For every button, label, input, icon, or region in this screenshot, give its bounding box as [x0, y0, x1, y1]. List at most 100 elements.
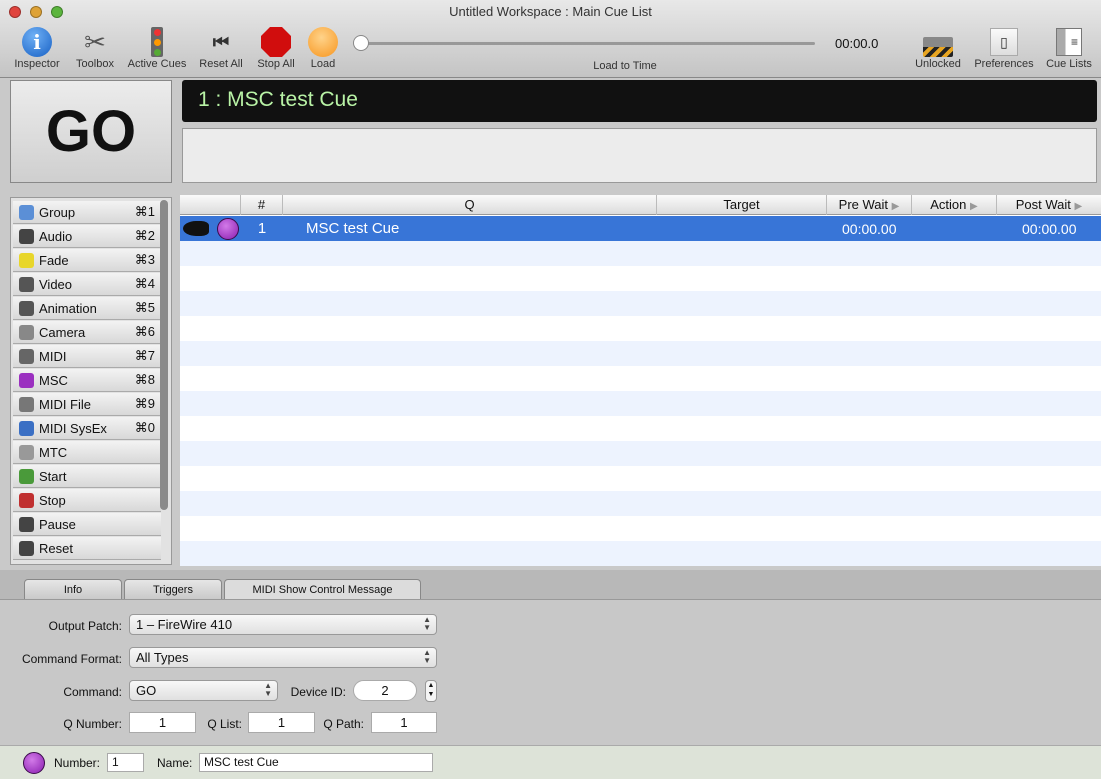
load-to-time-slider[interactable] [355, 42, 815, 45]
post-wait-label: Post Wait [1015, 197, 1071, 212]
sidebar-item-label: Fade [39, 252, 69, 268]
status-column-header[interactable] [180, 195, 241, 215]
shortcut-label: ⌘9 [134, 396, 155, 411]
load-circle-icon [308, 27, 338, 57]
cue-name: MSC test Cue [306, 220, 400, 237]
active-cues-label: Active Cues [127, 58, 187, 70]
slider-knob[interactable] [353, 35, 369, 51]
number-column-header[interactable]: # [241, 195, 283, 215]
msc-icon [217, 218, 239, 240]
action-column-header[interactable]: Action ▶ [912, 195, 997, 215]
sidebar-item-reset[interactable]: Reset [13, 537, 161, 560]
number-field[interactable]: 1 [107, 753, 144, 772]
stop-all-button[interactable]: Stop All [252, 26, 300, 70]
output-patch-select[interactable]: 1 – FireWire 410 ▲ ▼ [129, 614, 437, 635]
select-arrows-icon: ▲ ▼ [423, 615, 431, 632]
name-field[interactable]: MSC test Cue [199, 753, 433, 772]
shortcut-label: ⌘7 [134, 348, 155, 363]
command-label: Command: [63, 685, 122, 699]
sidebar-item-msc[interactable]: MSC ⌘8 [13, 369, 161, 392]
toggle-arrow-icon[interactable]: ▶ [892, 201, 900, 212]
sidebar-item-group[interactable]: Group ⌘1 [13, 201, 161, 224]
sidebar-item-stop[interactable]: Stop [13, 489, 161, 512]
inspector-button[interactable]: i Inspector [8, 26, 66, 70]
select-arrows-icon: ▲ ▼ [264, 681, 272, 698]
tab-triggers[interactable]: Triggers [124, 579, 222, 600]
empty-row [180, 341, 1101, 366]
sidebar-item-midi[interactable]: MIDI ⌘7 [13, 345, 161, 368]
command-format-select[interactable]: All Types ▲ ▼ [129, 647, 437, 668]
midi-file-icon [19, 396, 34, 412]
cue-lists-label: Cue Lists [1046, 58, 1092, 70]
command-select[interactable]: GO ▲ ▼ [129, 680, 278, 701]
padlock-open-icon [923, 37, 953, 57]
sidebar-item-audio[interactable]: Audio ⌘2 [13, 225, 161, 248]
cue-table: # Q Target Pre Wait ▶ Action ▶ Post Wait… [180, 195, 1101, 566]
empty-row [180, 241, 1101, 266]
q-number-field[interactable]: 1 [129, 712, 196, 733]
target-column-header[interactable]: Target [657, 195, 827, 215]
select-arrows-icon: ▲ ▼ [423, 648, 431, 665]
q-column-header[interactable]: Q [283, 195, 657, 215]
sidebar-item-midi-sysex[interactable]: MIDI SysEx ⌘0 [13, 417, 161, 440]
tab-info[interactable]: Info [24, 579, 122, 600]
shortcut-label: ⌘1 [134, 204, 155, 219]
sidebar-scrollbar[interactable] [160, 200, 168, 510]
standby-cue-display: 1 : MSC test Cue [182, 80, 1097, 122]
traffic-light-icon [151, 27, 163, 57]
go-button[interactable]: GO [10, 80, 172, 183]
shortcut-label: ⌘6 [134, 324, 155, 339]
preferences-button[interactable]: ▯ Preferences [970, 26, 1038, 70]
device-id-field[interactable]: 2 [353, 680, 417, 701]
toolbox-button[interactable]: ✂ Toolbox [70, 26, 120, 71]
rewind-icon: ⏮ [212, 31, 230, 52]
shortcut-label: ⌘0 [134, 420, 155, 435]
switch-icon: ▯ [990, 28, 1018, 56]
sidebar-item-fade[interactable]: Fade ⌘3 [13, 249, 161, 272]
load-button[interactable]: Load [304, 26, 342, 70]
shortcut-label: ⌘4 [134, 276, 155, 291]
midi-sysex-icon [19, 420, 34, 436]
sidebar-item-label: MTC [39, 444, 68, 460]
name-label: Name: [157, 756, 193, 770]
shortcut-label: ⌘2 [134, 228, 155, 243]
q-path-field[interactable]: 1 [371, 712, 437, 733]
cue-pre-wait: 00:00.00 [842, 221, 897, 237]
shortcut-label: ⌘5 [134, 300, 155, 315]
load-label: Load [310, 58, 336, 70]
post-wait-column-header[interactable]: Post Wait ▶ [997, 195, 1101, 215]
sidebar-item-pause[interactable]: Pause [13, 513, 161, 536]
sidebar-item-camera[interactable]: Camera ⌘6 [13, 321, 161, 344]
tab-midi-show-control-message[interactable]: MIDI Show Control Message [224, 579, 421, 601]
sidebar-item-mtc[interactable]: MTC [13, 441, 161, 464]
device-id-stepper[interactable]: ▲ ▼ [425, 680, 437, 702]
sidebar-item-midi-file[interactable]: MIDI File ⌘9 [13, 393, 161, 416]
cue-lists-button[interactable]: ≡ Cue Lists [1043, 26, 1095, 70]
toggle-arrow-icon[interactable]: ▶ [1075, 201, 1083, 212]
action-label: Action [930, 197, 967, 212]
msc-icon [19, 372, 34, 388]
video-icon [19, 276, 34, 292]
toolbar: Untitled Workspace : Main Cue List i Ins… [0, 0, 1101, 78]
sidebar-item-start[interactable]: Start [13, 465, 161, 488]
sidebar-item-label: Group [39, 204, 76, 220]
inspector-pane: Output Patch: 1 – FireWire 410 ▲ ▼ Command… [0, 599, 1101, 745]
sidebar-item-animation[interactable]: Animation ⌘5 [13, 297, 161, 320]
sidebar-item-label: Animation [39, 300, 97, 316]
q-list-field[interactable]: 1 [248, 712, 315, 733]
lock-button[interactable]: Unlocked [910, 26, 966, 70]
pre-wait-column-header[interactable]: Pre Wait ▶ [827, 195, 912, 215]
cue-footer: Number: 1 Name: MSC test Cue [0, 745, 1101, 779]
sidebar-item-video[interactable]: Video ⌘4 [13, 273, 161, 296]
table-row[interactable]: 1 MSC test Cue 00:00.00 00:00.00 [180, 216, 1101, 241]
cue-lists-icon: ≡ [1056, 28, 1082, 56]
cue-notes-area[interactable] [182, 128, 1097, 183]
inspector-label: Inspector [14, 58, 60, 70]
sidebar-item-label: MSC [39, 372, 68, 388]
empty-row [180, 416, 1101, 441]
toggle-arrow-icon[interactable]: ▶ [970, 201, 978, 212]
reset-all-button[interactable]: ⏮ Reset All [196, 26, 246, 71]
table-header: # Q Target Pre Wait ▶ Action ▶ Post Wait… [180, 195, 1101, 215]
playhead-icon [183, 221, 209, 236]
active-cues-button[interactable]: Active Cues [124, 26, 190, 70]
